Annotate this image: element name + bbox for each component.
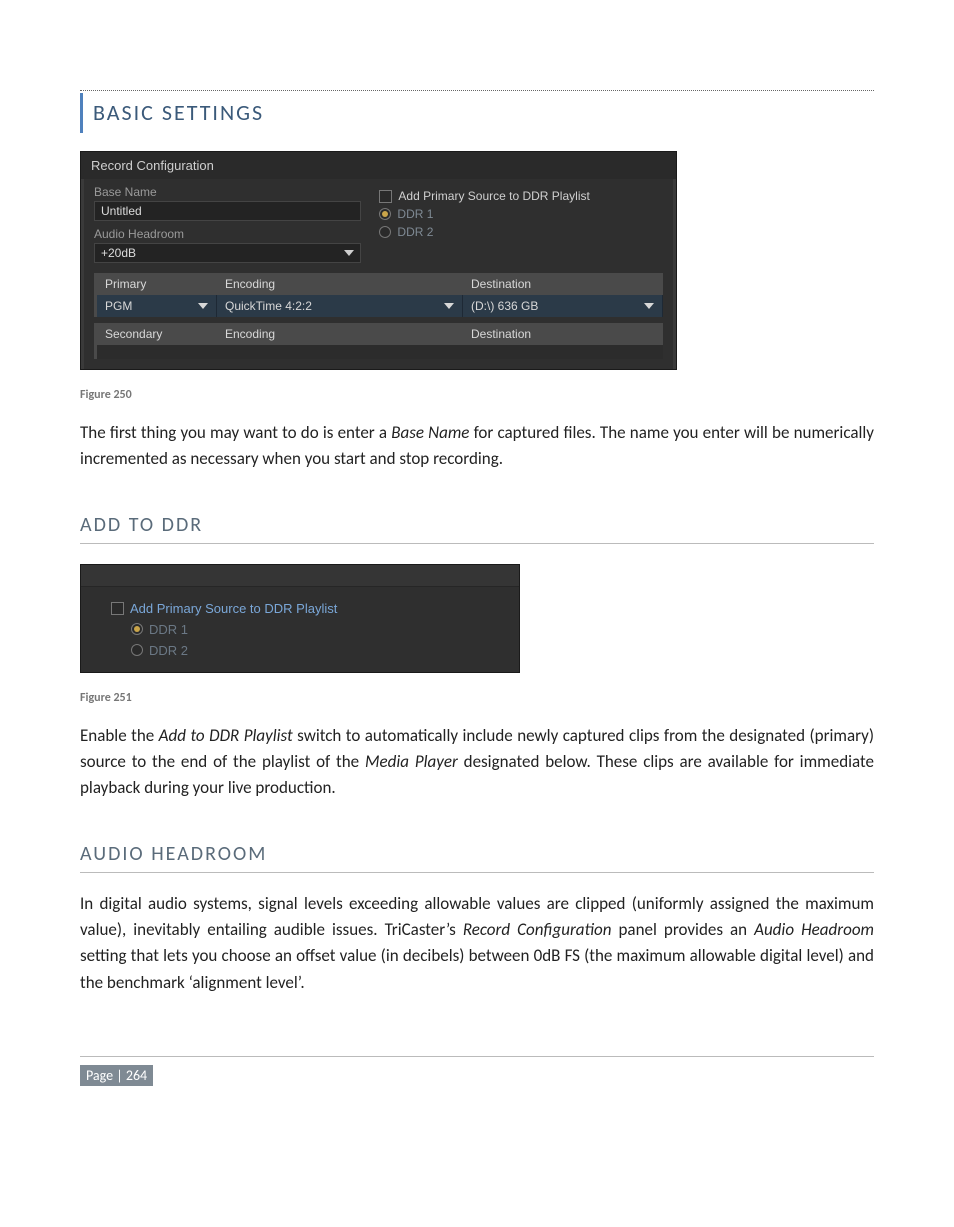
heading-add-to-ddr: ADD TO DDR (80, 513, 874, 544)
page-footer: Page | 264 (80, 1056, 874, 1086)
ddr2-radio-row-2[interactable]: DDR 2 (131, 643, 499, 658)
add-primary-source-label-2: Add Primary Source to DDR Playlist (130, 601, 337, 616)
ddr1-radio-row-2[interactable]: DDR 1 (131, 622, 499, 637)
ddr2-label-2: DDR 2 (149, 643, 188, 658)
primary-source-value: PGM (105, 299, 132, 313)
ddr2-radio-row[interactable]: DDR 2 (379, 225, 663, 239)
base-name-input[interactable]: Untitled (94, 201, 361, 221)
heading-audio-headroom: AUDIO HEADROOM (80, 842, 874, 873)
chevron-down-icon (644, 303, 654, 309)
col-secondary: Secondary (97, 323, 217, 345)
panel-title: Record Configuration (81, 152, 676, 179)
primary-encoding-value: QuickTime 4:2:2 (225, 299, 312, 313)
ddr2-label: DDR 2 (397, 225, 433, 239)
primary-encoding-dropdown[interactable]: QuickTime 4:2:2 (217, 295, 463, 317)
record-configuration-panel: Record Configuration Base Name Untitled … (80, 151, 677, 370)
chevron-down-icon (198, 303, 208, 309)
base-name-label: Base Name (94, 185, 361, 199)
paragraph-basename: The first thing you may want to do is en… (80, 420, 874, 473)
col-encoding: Encoding (217, 273, 463, 295)
primary-encoding-group: Primary Encoding Destination PGM QuickTi… (94, 273, 663, 317)
primary-source-dropdown[interactable]: PGM (97, 295, 217, 317)
page-number: Page | 264 (80, 1065, 153, 1086)
paragraph-audio-headroom: In digital audio systems, signal levels … (80, 891, 874, 996)
audio-headroom-dropdown[interactable]: +20dB (94, 243, 361, 263)
col-destination2: Destination (463, 323, 663, 345)
audio-headroom-value: +20dB (101, 246, 136, 260)
add-primary-source-checkbox-row-2[interactable]: Add Primary Source to DDR Playlist (111, 601, 499, 616)
ddr1-label: DDR 1 (397, 207, 433, 221)
add-primary-source-checkbox-row[interactable]: Add Primary Source to DDR Playlist (379, 189, 663, 203)
radio-icon (379, 208, 391, 220)
radio-icon (131, 623, 143, 635)
ddr1-radio-row[interactable]: DDR 1 (379, 207, 663, 221)
base-name-value: Untitled (101, 204, 142, 218)
figure-caption-250: Figure 250 (80, 388, 874, 402)
primary-destination-value: (D:\) 636 GB (471, 299, 538, 313)
radio-icon (131, 644, 143, 656)
add-primary-source-label: Add Primary Source to DDR Playlist (398, 189, 589, 203)
checkbox-icon (111, 602, 124, 615)
col-primary: Primary (97, 273, 217, 295)
chevron-down-icon (344, 250, 354, 256)
add-to-ddr-panel: Add Primary Source to DDR Playlist DDR 1… (80, 564, 520, 673)
audio-headroom-label: Audio Headroom (94, 227, 361, 241)
panel-stripe (81, 565, 519, 587)
radio-icon (379, 226, 391, 238)
paragraph-addtoddr: Enable the Add to DDR Playlist switch to… (80, 723, 874, 802)
ddr1-label-2: DDR 1 (149, 622, 188, 637)
checkbox-icon (379, 190, 392, 203)
primary-destination-dropdown[interactable]: (D:\) 636 GB (463, 295, 663, 317)
col-encoding2: Encoding (217, 323, 463, 345)
figure-caption-251: Figure 251 (80, 691, 874, 705)
section-heading-box: BASIC SETTINGS (80, 90, 874, 133)
secondary-encoding-group: Secondary Encoding Destination (94, 323, 663, 359)
chevron-down-icon (444, 303, 454, 309)
col-destination: Destination (463, 273, 663, 295)
section-heading: BASIC SETTINGS (93, 99, 874, 127)
